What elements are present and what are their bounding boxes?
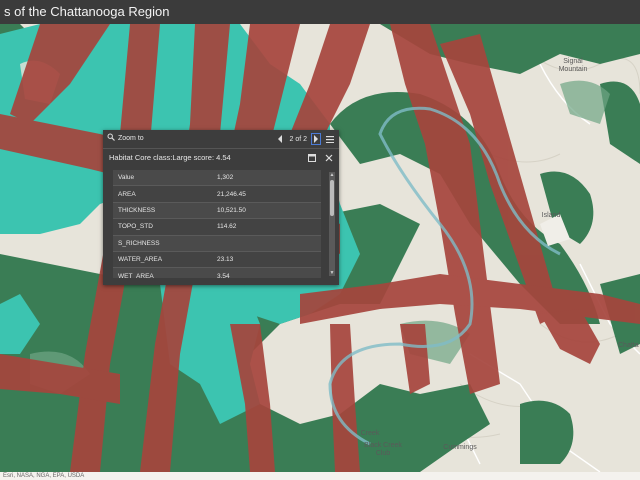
- popup-header: Zoom to 2 of 2: [103, 130, 339, 149]
- attribute-value: 114.62: [212, 218, 321, 236]
- chevron-left-icon: [278, 135, 283, 143]
- attribute-label: TOPO_STD: [113, 218, 212, 236]
- table-row: TOPO_STD 114.62: [113, 218, 321, 236]
- attribute-label: S_RICHNESS: [113, 235, 212, 252]
- label-island: Island: [541, 212, 561, 219]
- magnifier-icon: [107, 133, 115, 145]
- menu-button[interactable]: [325, 133, 335, 145]
- popup-pager: 2 of 2: [275, 133, 335, 145]
- table-row: S_RICHNESS: [113, 235, 321, 252]
- attribute-table-wrapper[interactable]: Value 1,302 AREA 21,246.45 THICKNESS 10,521…: [113, 170, 325, 278]
- close-icon: [325, 154, 332, 161]
- attribute-label: THICKNESS: [113, 202, 212, 220]
- attribute-value: 1,302: [212, 170, 321, 187]
- label-chatta: Chatta: [618, 342, 639, 349]
- table-row: WATER_AREA 23.13: [113, 251, 321, 269]
- menu-icon: [326, 135, 334, 143]
- attribute-value: 23.13: [212, 251, 321, 269]
- attribute-value: 10,521.50: [212, 202, 321, 220]
- popup-title-row: Habitat Core class:Large score: 4.54: [103, 149, 339, 167]
- chevron-right-icon: [314, 135, 318, 143]
- close-button[interactable]: [324, 153, 333, 162]
- map-attribution: Esri, NASA, NGA, EPA, USDA: [0, 472, 640, 480]
- attribute-label: WATER_AREA: [113, 251, 212, 269]
- attribute-label: Value: [113, 170, 212, 187]
- scroll-up-icon[interactable]: ▲: [329, 172, 335, 178]
- next-feature-button[interactable]: [311, 133, 321, 145]
- scrollbar-thumb[interactable]: [330, 180, 334, 216]
- label-black-creek-club: Black Creek Club: [364, 442, 402, 457]
- attribute-value: 3.54: [212, 267, 321, 278]
- label-creek: Creek: [360, 430, 380, 437]
- attribute-table: Value 1,302 AREA 21,246.45 THICKNESS 10,521…: [113, 170, 321, 278]
- app-title: s of the Chattanooga Region: [0, 0, 640, 24]
- previous-feature-button[interactable]: [275, 133, 285, 145]
- attribute-value: 21,246.45: [212, 185, 321, 203]
- scroll-down-icon[interactable]: ▼: [329, 270, 335, 276]
- table-row: AREA 21,246.45: [113, 185, 321, 203]
- attribute-label: WET_AREA: [113, 267, 212, 278]
- table-row: THICKNESS 10,521.50: [113, 202, 321, 220]
- feature-popup: Zoom to 2 of 2 Habitat Core class:Large …: [103, 130, 339, 285]
- label-signal-mountain: Signal Mountain: [558, 58, 588, 73]
- zoom-to-button[interactable]: Zoom to: [107, 133, 144, 145]
- popup-scrollbar[interactable]: ▲ ▼: [329, 172, 335, 276]
- attribute-value: [212, 235, 321, 252]
- table-row: Value 1,302: [113, 170, 321, 187]
- label-cummings: Cummings: [443, 444, 477, 451]
- pager-text: 2 of 2: [289, 135, 307, 143]
- dock-icon: [307, 153, 316, 162]
- popup-title: Habitat Core class:Large score: 4.54: [109, 153, 231, 162]
- zoom-to-label: Zoom to: [118, 135, 144, 142]
- table-row: WET_AREA 3.54: [113, 267, 321, 278]
- dock-button[interactable]: [307, 153, 316, 162]
- attribute-label: AREA: [113, 185, 212, 203]
